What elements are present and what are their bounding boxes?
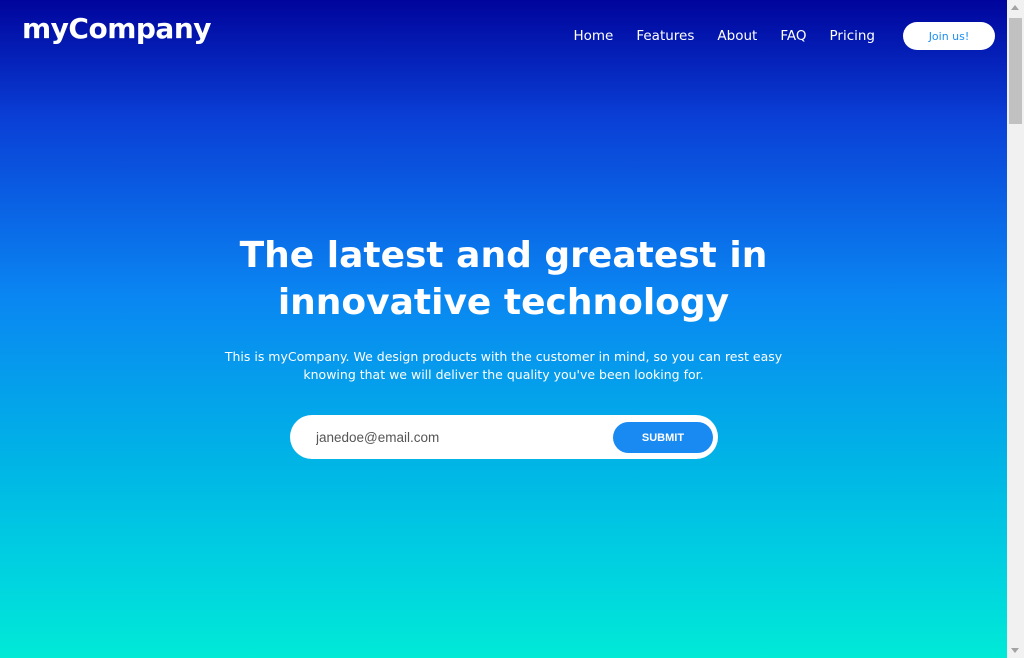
nav-link-faq[interactable]: FAQ [780,28,806,44]
email-input[interactable] [316,426,596,448]
hero-subtitle: This is myCompany. We design products wi… [0,348,1007,384]
hero-title-line-2: innovative technology [277,282,730,323]
chevron-down-icon[interactable] [1011,648,1019,653]
scrollbar-thumb[interactable] [1009,18,1022,124]
hero-subtitle-text: This is myCompany. We design products wi… [209,348,799,384]
brand-logo[interactable]: myCompany [22,12,212,45]
nav-link-home[interactable]: Home [573,28,613,44]
vertical-scrollbar[interactable] [1007,0,1024,658]
main-viewport: myCompany Home Features About FAQ Pricin… [0,0,1007,658]
chevron-up-icon[interactable] [1011,5,1019,10]
email-signup-form: SUBMIT [290,415,718,459]
hero-subtitle-line-1: This is myCompany. We design products wi… [224,349,783,364]
hero-subtitle-line-2: knowing that we will deliver the quality… [303,367,704,382]
nav-link-about[interactable]: About [717,28,757,44]
join-us-button[interactable]: Join us! [903,22,995,50]
hero-title-line-1: The latest and greatest in [239,235,768,276]
submit-button[interactable]: SUBMIT [613,422,713,453]
landing-page: myCompany Home Features About FAQ Pricin… [0,0,1024,658]
nav-link-pricing[interactable]: Pricing [829,28,875,44]
nav-link-features[interactable]: Features [636,28,694,44]
top-navigation: Home Features About FAQ Pricing Join us! [573,22,995,50]
hero-title: The latest and greatest in innovative te… [0,232,1007,326]
